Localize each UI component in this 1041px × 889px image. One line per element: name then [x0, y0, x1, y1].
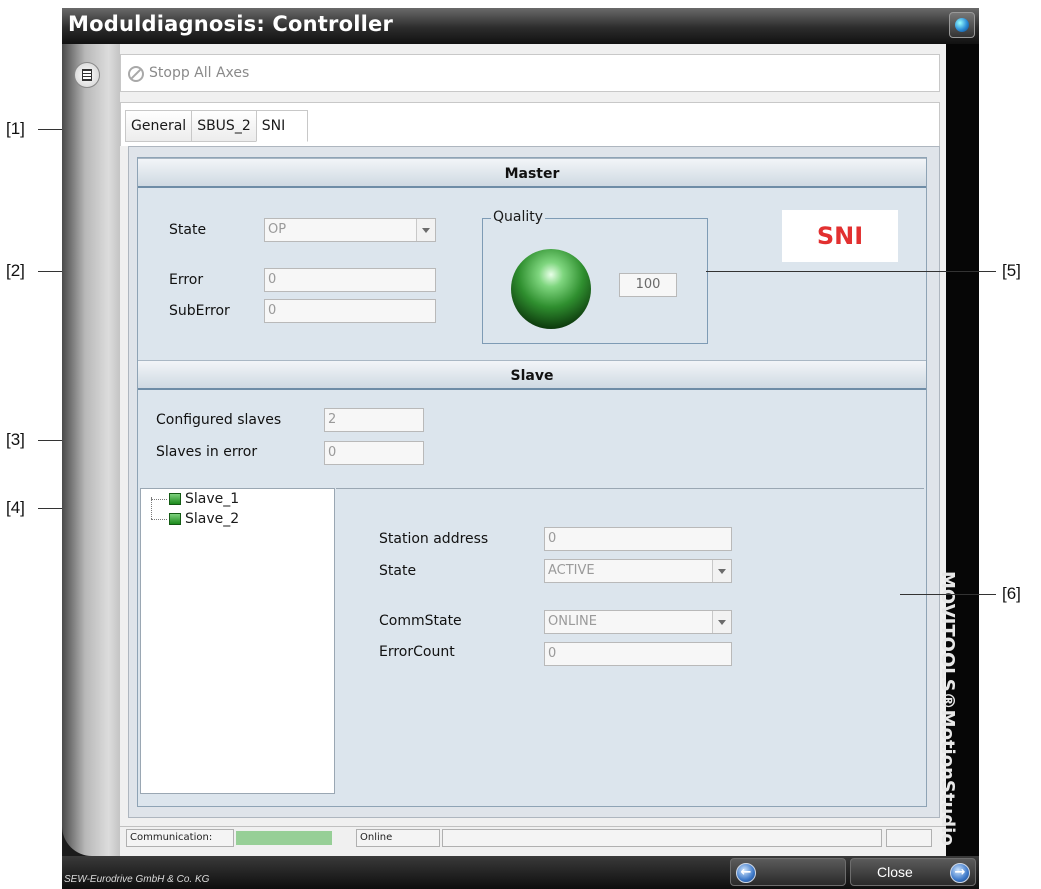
title-bar: Moduldiagnosis: Controller	[62, 8, 979, 44]
commstate-label: CommState	[379, 613, 462, 629]
callout-3: [3]	[6, 430, 25, 449]
communication-label: Communication:	[126, 829, 234, 847]
sni-tab-panel: Master State OP Error 0 SubError 0 Quali…	[128, 146, 940, 818]
stop-all-axes-button[interactable]: Stopp All Axes	[149, 65, 249, 81]
tree-item-slave-2[interactable]: Slave_2	[151, 511, 239, 527]
slave-state-select[interactable]: ACTIVE	[544, 559, 732, 583]
quality-label: Quality	[491, 209, 546, 225]
slave-state-value: ACTIVE	[548, 563, 595, 578]
slave-tree: Slave_1 Slave_2	[140, 488, 335, 794]
callout-4: [4]	[6, 498, 25, 517]
chevron-down-icon	[718, 569, 726, 574]
callout-2: [2]	[6, 261, 25, 280]
arrow-left-icon: ←	[736, 863, 756, 883]
online-label: Online	[356, 829, 440, 847]
status-message-field	[442, 829, 882, 847]
callout-1: [1]	[6, 119, 25, 138]
errorcount-field[interactable]: 0	[544, 642, 732, 666]
list-view-icon[interactable]	[74, 62, 100, 88]
slave-detail-panel: Station address 0 State ACTIVE CommState…	[336, 488, 924, 794]
master-state-label: State	[169, 222, 207, 238]
callout-6-line	[900, 594, 996, 595]
tree-item-slave-1[interactable]: Slave_1	[151, 491, 239, 507]
master-header: Master	[138, 158, 926, 188]
toolbar: Stopp All Axes	[120, 54, 940, 92]
tab-group: General SBUS_2 SNI	[125, 110, 308, 142]
tab-sni[interactable]: SNI	[255, 110, 308, 142]
commstate-select[interactable]: ONLINE	[544, 610, 732, 634]
chevron-down-icon	[422, 228, 430, 233]
slaves-in-error-label: Slaves in error	[156, 444, 258, 460]
slave-header: Slave	[138, 360, 926, 390]
callout-5-line	[706, 271, 996, 272]
commstate-value: ONLINE	[548, 614, 597, 629]
quality-group: Quality 100	[482, 209, 708, 344]
callout-5: [5]	[1002, 261, 1021, 280]
arrow-right-icon: →	[950, 863, 970, 883]
tree-item-label: Slave_2	[185, 511, 240, 527]
slaves-in-error-field[interactable]: 0	[324, 441, 424, 465]
quality-lamp-icon	[511, 249, 591, 329]
master-suberror-label: SubError	[169, 303, 230, 319]
close-button-label: Close	[877, 864, 913, 880]
tab-sbus2[interactable]: SBUS_2	[191, 110, 256, 142]
quality-value-field[interactable]: 100	[619, 273, 677, 297]
sni-logo: SNI	[782, 210, 898, 262]
client-area: Stopp All Axes General SBUS_2 SNI Master…	[120, 44, 946, 856]
bottom-bar: SEW-Eurodrive GmbH & Co. KG ← Close →	[62, 856, 979, 889]
status-extra-field	[886, 829, 932, 847]
station-address-field[interactable]: 0	[544, 527, 732, 551]
master-suberror-field[interactable]: 0	[264, 299, 436, 323]
window-title: Moduldiagnosis: Controller	[68, 12, 394, 36]
copyright-text: SEW-Eurodrive GmbH & Co. KG	[64, 874, 210, 885]
callout-6: [6]	[1002, 584, 1021, 603]
slave-state-label: State	[379, 563, 417, 579]
tree-item-label: Slave_1	[185, 491, 240, 507]
chevron-down-icon	[718, 620, 726, 625]
back-button[interactable]: ←	[730, 858, 846, 886]
left-rail	[62, 44, 120, 856]
close-button[interactable]: Close →	[850, 858, 976, 886]
sni-frame: Master State OP Error 0 SubError 0 Quali…	[137, 157, 927, 807]
tab-general[interactable]: General	[125, 110, 192, 142]
master-error-field[interactable]: 0	[264, 268, 436, 292]
slave-status-icon	[169, 513, 181, 525]
configured-slaves-label: Configured slaves	[156, 412, 282, 428]
stop-icon	[128, 66, 144, 82]
brand-vertical-text: MOVITOOLS®MotionStudio	[937, 571, 958, 846]
module-diagnosis-window: Moduldiagnosis: Controller Stopp All Axe…	[62, 8, 979, 889]
tab-row: General SBUS_2 SNI	[120, 102, 940, 146]
slave-status-icon	[169, 493, 181, 505]
communication-indicator	[236, 831, 332, 845]
station-address-label: Station address	[379, 531, 489, 547]
master-error-label: Error	[169, 272, 204, 288]
master-state-select[interactable]: OP	[264, 218, 436, 242]
configured-slaves-field[interactable]: 2	[324, 408, 424, 432]
master-state-value: OP	[268, 222, 287, 237]
status-bar: Communication: Online	[120, 826, 946, 848]
globe-icon[interactable]	[949, 12, 975, 38]
errorcount-label: ErrorCount	[379, 644, 455, 660]
